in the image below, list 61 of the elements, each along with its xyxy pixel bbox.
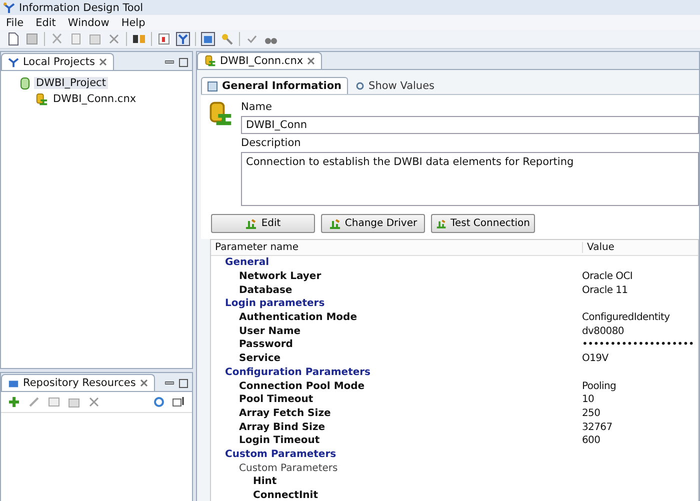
field-label: Name <box>241 101 273 113</box>
field-label: Description <box>241 137 302 149</box>
parameter-name: ConnectInit <box>252 490 318 501</box>
parameter-name: Pool Timeout <box>238 394 314 406</box>
name-field[interactable]: DWBI_Conn <box>241 116 699 134</box>
menu-item[interactable]: Help <box>119 16 148 28</box>
parameter-value: Pooling <box>582 380 616 392</box>
parameter-value: 32767 <box>582 422 612 433</box>
group-label: Configuration Parameters <box>224 366 371 378</box>
maximize-icon[interactable] <box>179 379 188 388</box>
pencil-icon[interactable] <box>27 395 41 409</box>
parameter-name: Authentication Mode <box>238 312 357 324</box>
add-icon[interactable] <box>7 395 21 409</box>
new-file-icon[interactable] <box>6 32 20 46</box>
group-label: Custom Parameters <box>224 448 336 460</box>
delete-icon[interactable] <box>87 395 101 409</box>
parameter-name: Password <box>238 339 293 350</box>
action-button[interactable]: Edit <box>211 214 315 233</box>
column-header: Value <box>586 242 614 253</box>
parameter-value: •••••••••••••••••••• <box>582 339 694 350</box>
tab[interactable]: Show Values <box>348 77 441 94</box>
parameter-name: Login Timeout <box>238 435 320 446</box>
parameter-name: Array Fetch Size <box>238 408 331 419</box>
parameter-name: Hint <box>252 476 277 488</box>
app-logo-icon[interactable] <box>176 32 190 46</box>
group-label: General <box>224 257 269 268</box>
description-field[interactable]: Connection to establish the DWBI data elements for Reporting <box>241 152 699 206</box>
close-icon[interactable] <box>307 57 316 65</box>
app-logo-icon <box>8 56 19 68</box>
parameter-name: Connection Pool Mode <box>238 380 365 392</box>
parameter-name: Array Bind Size <box>238 422 326 433</box>
parameter-name: Network Layer <box>238 271 322 282</box>
action-button[interactable]: Change Driver <box>321 214 425 233</box>
menu-item[interactable]: Window <box>66 16 112 28</box>
delete-icon[interactable] <box>107 32 121 46</box>
parameter-value: ConfiguredIdentity <box>582 312 670 324</box>
column-header: Parameter name <box>211 242 583 253</box>
parameter-value: O19V <box>582 353 608 364</box>
app-logo-icon <box>3 2 15 14</box>
close-icon[interactable] <box>140 379 148 387</box>
tree-item[interactable]: DWBI_Project <box>34 77 108 89</box>
action-button[interactable]: Test Connection <box>431 214 535 233</box>
project-icon <box>19 76 31 90</box>
parameter-name: Service <box>238 353 281 364</box>
parameter-name: Custom Parameters <box>238 462 338 474</box>
menu-item[interactable]: File <box>4 16 26 28</box>
menu-item[interactable]: Edit <box>34 16 58 28</box>
parameter-value: 10 <box>582 394 594 406</box>
close-icon[interactable] <box>98 58 107 66</box>
parameter-value: dv80080 <box>582 326 624 337</box>
group-label: Login parameters <box>224 298 325 310</box>
parameter-value: 250 <box>582 408 600 419</box>
parameter-name: User Name <box>238 326 301 337</box>
parameter-value: Oracle 11 <box>582 284 628 296</box>
maximize-icon[interactable] <box>179 58 188 67</box>
window-title: Information Design Tool <box>19 2 144 14</box>
tab[interactable]: General Information <box>201 77 348 94</box>
parameter-name: Database <box>238 284 292 296</box>
parameter-value: Oracle OCI <box>582 271 633 282</box>
parameter-value: 600 <box>582 435 600 446</box>
tree-item[interactable]: DWBI_Conn.cnx <box>51 93 138 105</box>
